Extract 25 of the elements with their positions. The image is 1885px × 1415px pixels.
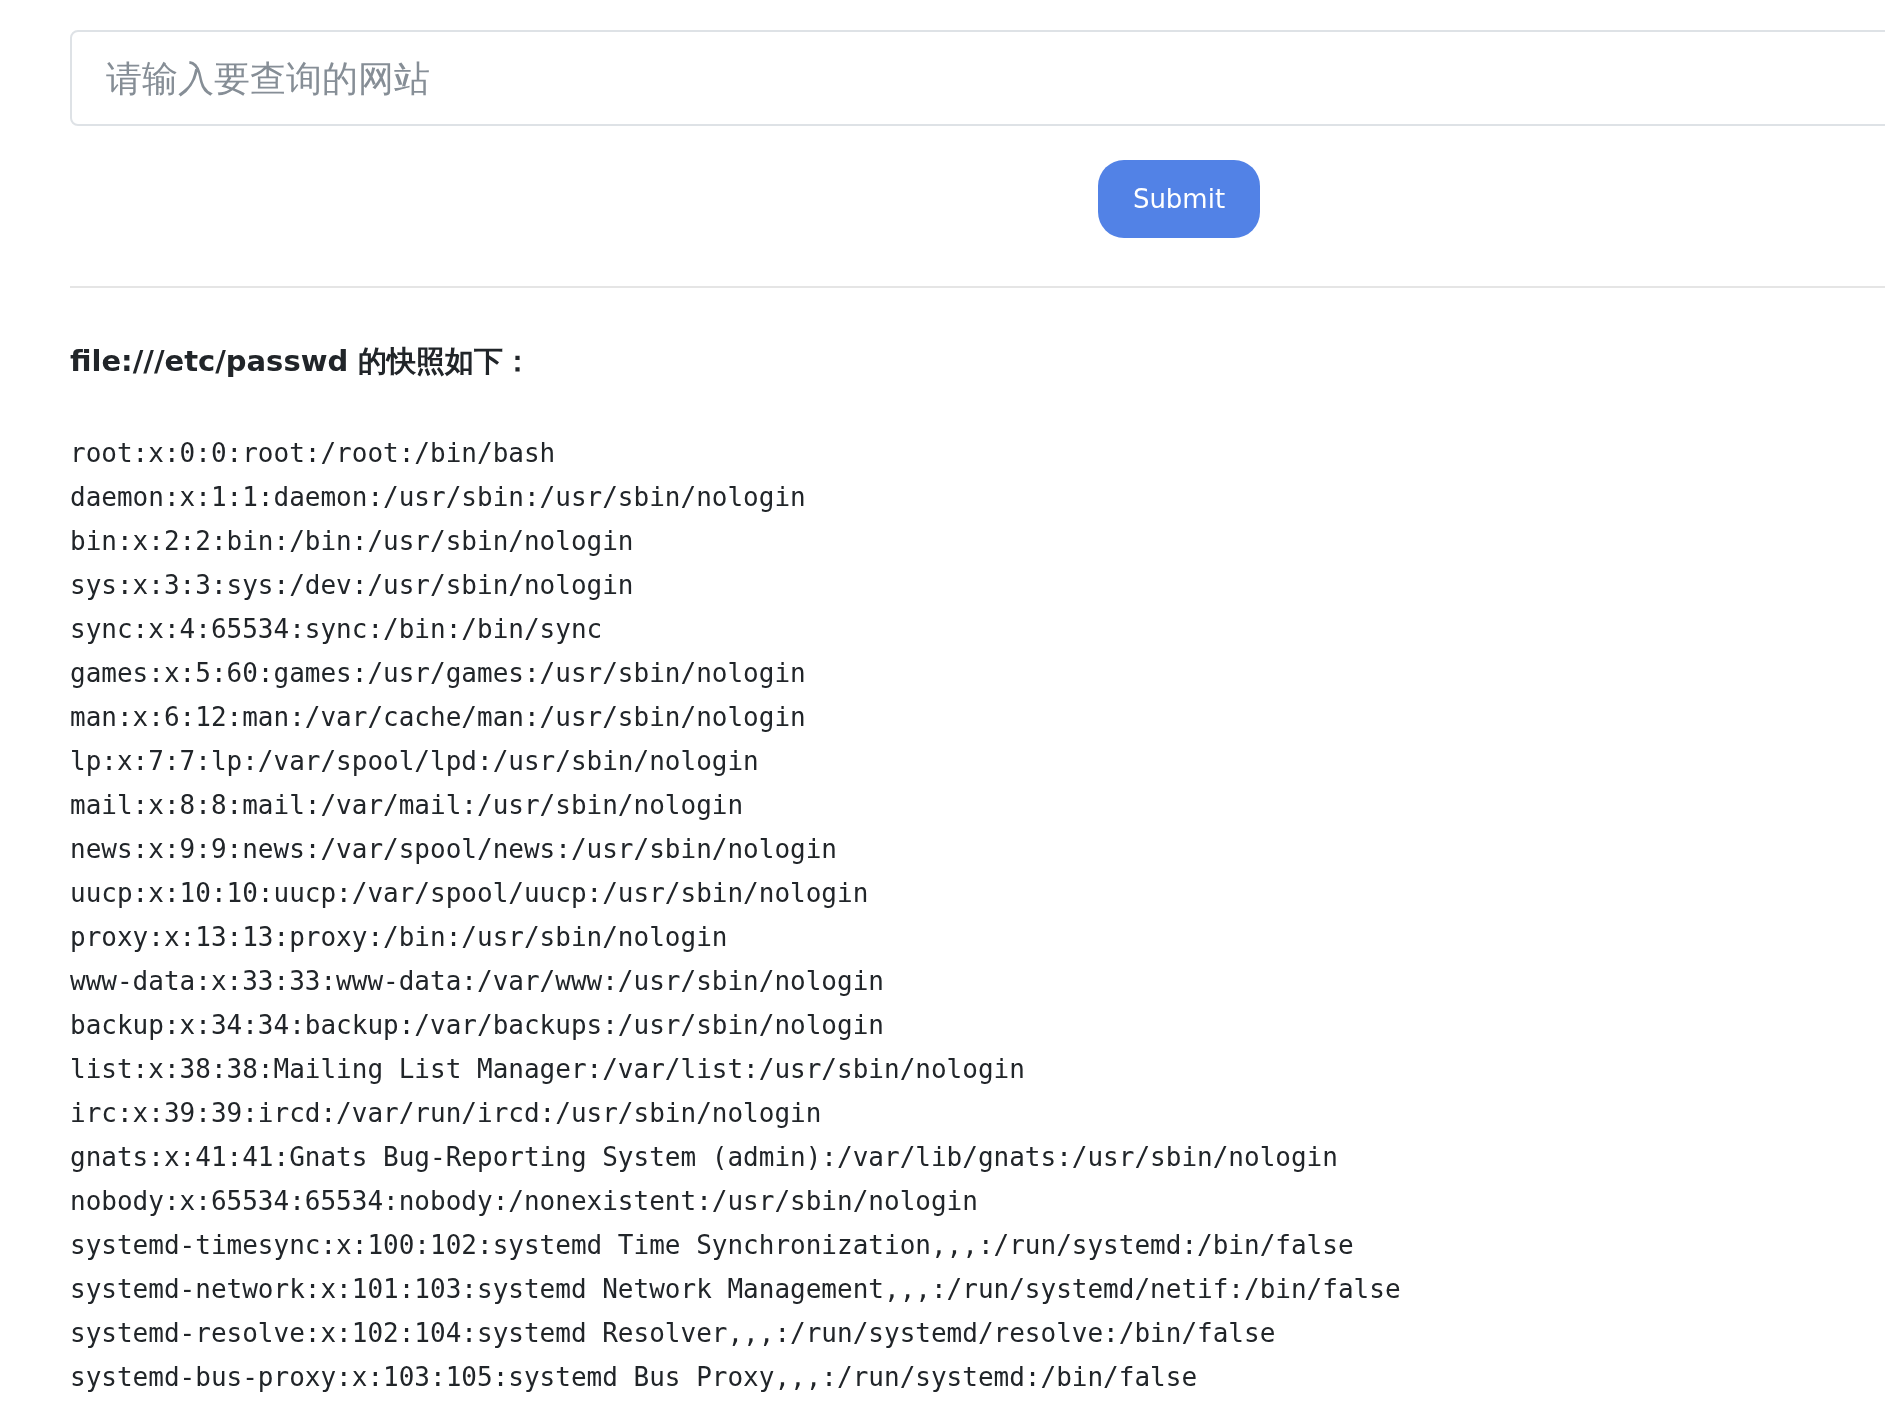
file-line: systemd-resolve:x:102:104:systemd Resolver,,,:/run/systemd/resolve:/bin/false: [70, 1316, 1277, 1350]
file-line: news:x:9:9:news:/var/spool/news:/usr/sbin/nologin: [70, 832, 838, 866]
file-line: systemd-bus-proxy:x:103:105:systemd Bus Proxy,,,:/run/systemd:/bin/false: [70, 1360, 1199, 1394]
file-line: list:x:38:38:Mailing List Manager:/var/list:/usr/sbin/nologin: [70, 1052, 1026, 1086]
file-line: gnats:x:41:41:Gnats Bug-Reporting System (admin):/var/lib/gnats:/usr/sbin/nologin: [70, 1140, 1339, 1174]
file-line: www-data:x:33:33:www-data:/var/www:/usr/sbin/nologin: [70, 964, 885, 998]
file-line: irc:x:39:39:ircd:/var/run/ircd:/usr/sbin/nologin: [70, 1096, 823, 1130]
file-line: mail:x:8:8:mail:/var/mail:/usr/sbin/nologin: [70, 788, 745, 822]
file-line: systemd-network:x:101:103:systemd Network Management,,,:/run/systemd/netif:/bin/false: [70, 1272, 1402, 1306]
file-line: sys:x:3:3:sys:/dev:/usr/sbin/nologin: [70, 568, 635, 602]
file-line: bin:x:2:2:bin:/bin:/usr/sbin/nologin: [70, 524, 635, 558]
file-line: daemon:x:1:1:daemon:/usr/sbin:/usr/sbin/nologin: [70, 480, 807, 514]
file-line: sync:x:4:65534:sync:/bin:/bin/sync: [70, 612, 604, 646]
file-line: man:x:6:12:man:/var/cache/man:/usr/sbin/nologin: [70, 700, 807, 734]
file-line: games:x:5:60:games:/usr/games:/usr/sbin/nologin: [70, 656, 807, 690]
file-line: systemd-timesync:x:100:102:systemd Time Synchronization,,,:/run/systemd:/bin/false: [70, 1228, 1355, 1262]
file-line: root:x:0:0:root:/root:/bin/bash: [70, 436, 557, 470]
file-line: proxy:x:13:13:proxy:/bin:/usr/sbin/nologin: [70, 920, 729, 954]
search-field[interactable]: 请输入要查询的网站: [70, 30, 1885, 126]
submit-button[interactable]: Submit: [1098, 160, 1260, 238]
file-line: backup:x:34:34:backup:/var/backups:/usr/sbin/nologin: [70, 1008, 885, 1042]
file-line: uucp:x:10:10:uucp:/var/spool/uucp:/usr/sbin/nologin: [70, 876, 870, 910]
file-line: lp:x:7:7:lp:/var/spool/lpd:/usr/sbin/nologin: [70, 744, 760, 778]
file-line: nobody:x:65534:65534:nobody:/nonexistent:/usr/sbin/nologin: [70, 1184, 979, 1218]
result-heading: file:///etc/passwd 的快照如下：: [70, 344, 534, 379]
